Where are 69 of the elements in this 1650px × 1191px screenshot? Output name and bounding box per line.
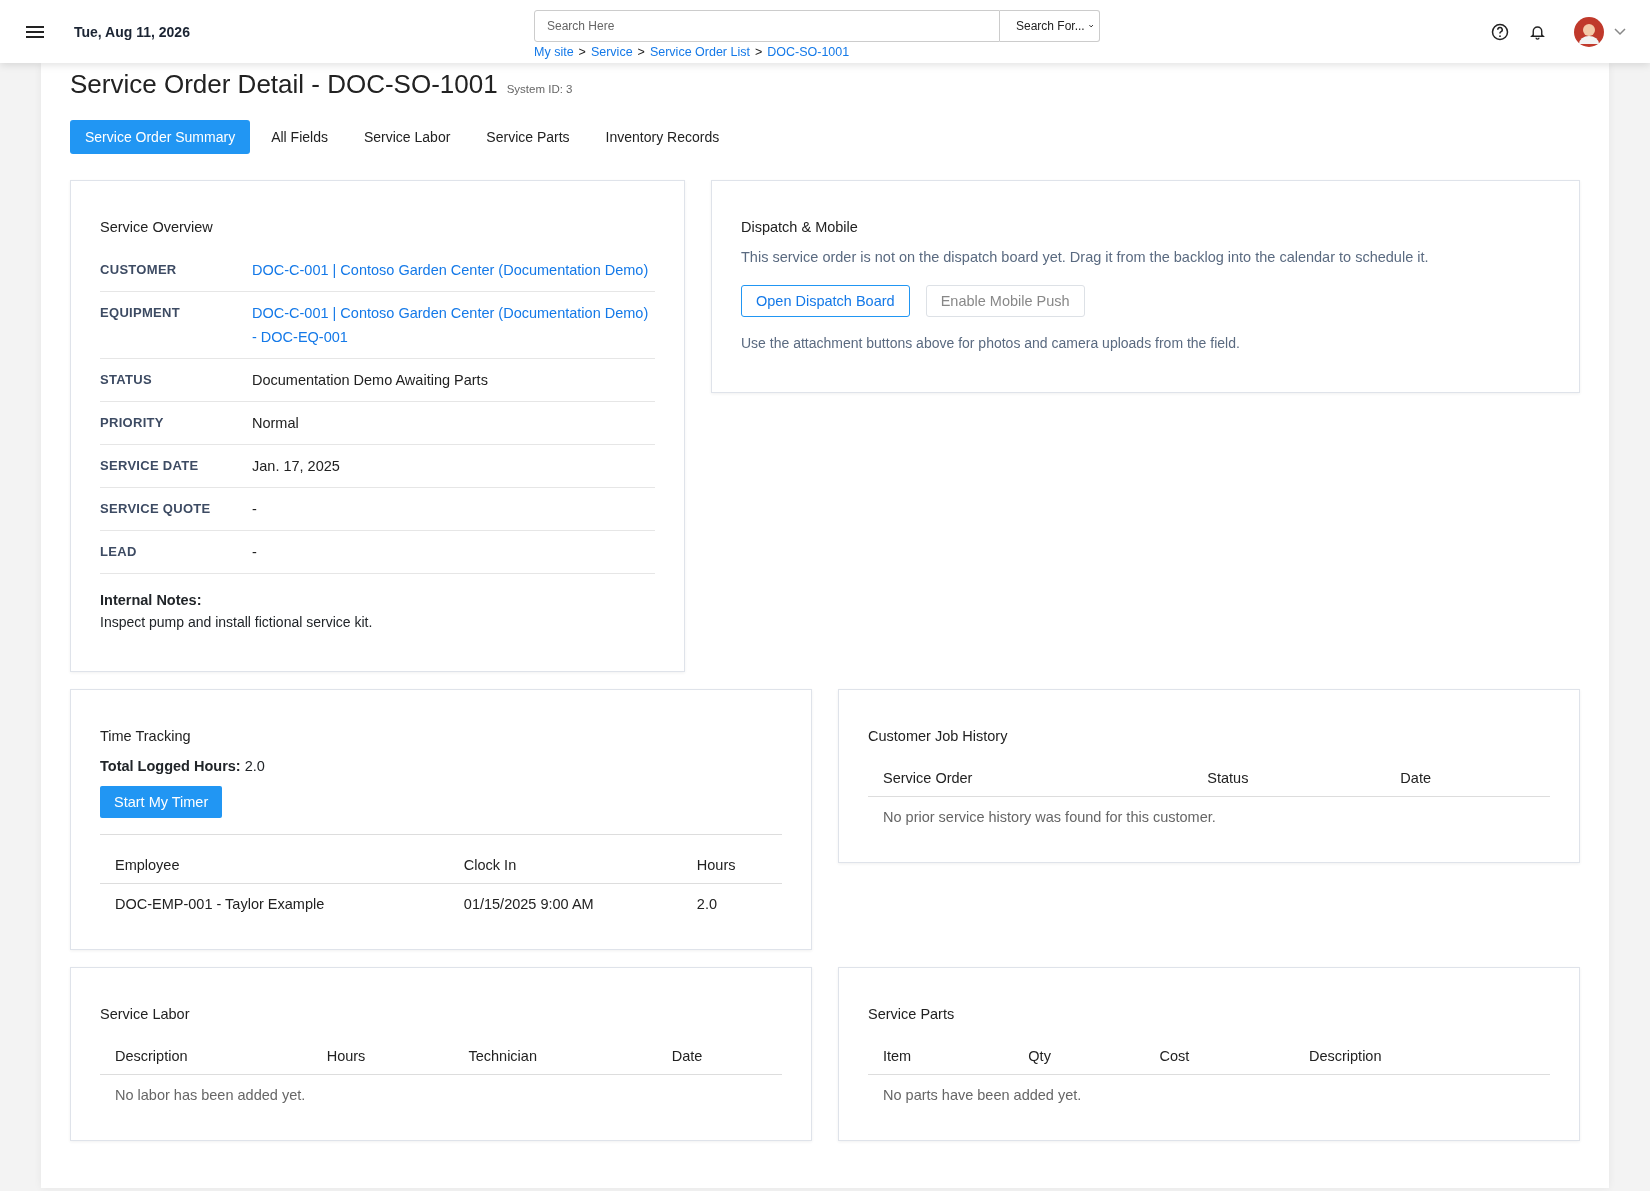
search-field[interactable]: Search Here xyxy=(534,10,1000,42)
column-header: Status xyxy=(1192,758,1386,797)
column-header: Employee xyxy=(100,834,449,884)
notes-text: Inspect pump and install fictional service kit. xyxy=(100,614,374,630)
caret-icon xyxy=(1088,22,1093,30)
card-title: Dispatch & Mobile xyxy=(741,219,859,235)
column-header: Description xyxy=(100,1036,312,1075)
field-value: Normal xyxy=(252,414,300,433)
tab[interactable]: Service Labor xyxy=(348,120,466,154)
total-hours: Total Logged Hours: 2.0 xyxy=(100,758,266,774)
field-value: - xyxy=(252,543,258,562)
field-label: SERVICE QUOTE xyxy=(100,500,212,518)
column-header: Qty xyxy=(1013,1036,1145,1075)
column-header: Clock In xyxy=(448,834,682,884)
tab[interactable]: Service Order Summary xyxy=(70,120,251,154)
breadcrumb-link[interactable]: Service Order List xyxy=(649,45,750,59)
field-value: Jan. 17, 2025 xyxy=(252,457,341,476)
search-scope-dropdown[interactable]: Search For... xyxy=(1000,10,1100,42)
page-title: Service Order Detail - DOC-SO-1001 xyxy=(70,69,498,100)
field-label: SERVICE DATE xyxy=(100,457,200,475)
empty-message: No prior service history was found for this customer. xyxy=(868,796,1550,833)
empty-message: No parts have been added yet. xyxy=(868,1074,1550,1111)
column-header: Service Order xyxy=(868,758,1193,797)
breadcrumb-link[interactable]: My site xyxy=(534,45,574,59)
card-title: Time Tracking xyxy=(100,728,192,744)
column-header: Cost xyxy=(1144,1036,1294,1075)
breadcrumb-separator: > xyxy=(578,45,586,59)
column-header: Description xyxy=(1293,1036,1550,1075)
field-label: PRIORITY xyxy=(100,414,165,432)
menu-icon[interactable] xyxy=(26,24,44,39)
column-header: Date xyxy=(656,1036,782,1075)
field-label: LEAD xyxy=(100,543,138,561)
field-label: CUSTOMER xyxy=(100,261,178,279)
system-id: System ID: 3 xyxy=(506,83,573,95)
table-cell: 01/15/2025 9:00 AM xyxy=(448,883,682,920)
card-title: Service Labor xyxy=(100,1006,191,1022)
help-icon[interactable] xyxy=(1491,22,1509,41)
field-label: STATUS xyxy=(100,371,153,389)
dispatch-hint: Use the attachment buttons above for photos and camera uploads from the field. xyxy=(741,335,1241,351)
breadcrumb-link[interactable]: Service xyxy=(590,45,633,59)
field-value: - xyxy=(252,500,258,519)
breadcrumb-separator: > xyxy=(754,45,763,59)
table-cell: DOC-EMP-001 - Taylor Example xyxy=(100,883,449,920)
card-title: Customer Job History xyxy=(868,728,1009,744)
notes-label: Internal Notes: xyxy=(100,592,203,608)
tab[interactable]: Inventory Records xyxy=(590,120,735,154)
breadcrumb-separator: > xyxy=(637,45,645,59)
field-value: Documentation Demo Awaiting Parts xyxy=(252,371,489,390)
tab[interactable]: Service Parts xyxy=(471,120,585,154)
tab[interactable]: All Fields xyxy=(256,120,343,154)
field-link[interactable]: DOC-C-001 | Contoso Garden Center (Documentation Demo) xyxy=(252,258,655,282)
column-header: Date xyxy=(1385,758,1550,797)
empty-message: No labor has been added yet. xyxy=(100,1074,782,1111)
dispatch-message: This service order is not on the dispatch board yet. Drag it from the backlog into the calendar to schedule it. xyxy=(741,249,1430,265)
column-header: Hours xyxy=(311,1036,454,1075)
column-header: Item xyxy=(868,1036,1014,1075)
chevron-down-icon[interactable] xyxy=(1614,27,1626,36)
column-header: Technician xyxy=(453,1036,657,1075)
table-cell: 2.0 xyxy=(681,883,782,920)
start-timer-button[interactable]: Start My Timer xyxy=(100,786,223,818)
breadcrumb-link[interactable]: DOC-SO-1001 xyxy=(767,45,850,59)
field-link[interactable]: DOC-C-001 | Contoso Garden Center (Documentation Demo) - DOC-EQ-001 xyxy=(252,301,655,349)
card-title: Service Parts xyxy=(868,1006,956,1022)
avatar-icon[interactable] xyxy=(1574,16,1604,47)
column-header: Hours xyxy=(681,834,782,884)
date-text: Tue, Aug 11, 2026 xyxy=(74,23,191,40)
action-button[interactable]: Open Dispatch Board xyxy=(741,285,910,317)
field-label: EQUIPMENT xyxy=(100,304,181,322)
card-title: Service Overview xyxy=(100,219,214,235)
